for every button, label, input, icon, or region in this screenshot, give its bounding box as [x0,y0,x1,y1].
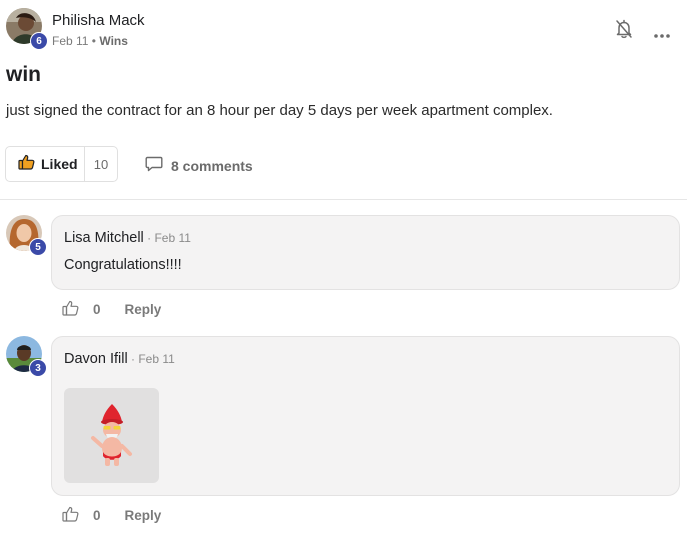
comment-actions: 0 Reply [62,300,161,319]
comment-bubble: Davon Ifill · Feb 11 [51,336,680,496]
like-count[interactable]: 10 [85,157,117,172]
thumbs-up-icon[interactable] [62,506,79,525]
comment-like-count: 0 [93,508,101,523]
post-category[interactable]: Wins [99,34,128,48]
author-avatar[interactable]: 6 [6,8,48,50]
comment-actions: 0 Reply [62,506,161,525]
comment-icon [145,156,163,175]
like-label: Liked [41,156,78,172]
like-control: Liked 10 [5,146,118,182]
sticker-attachment[interactable] [64,388,159,483]
level-badge: 6 [30,32,48,50]
comments-count-label: 8 comments [171,157,253,174]
reply-button[interactable]: Reply [125,302,162,317]
comment-author[interactable]: Davon Ifill [64,351,128,367]
post-title: win [6,63,41,86]
thumbs-up-icon[interactable] [62,300,79,319]
level-badge: 5 [29,238,47,256]
post-date[interactable]: Feb 11 [52,34,88,48]
reply-button[interactable]: Reply [125,508,162,523]
commenter-avatar[interactable]: 3 [6,336,47,377]
meta-separator: • [88,34,100,48]
commenter-avatar[interactable]: 5 [6,215,47,256]
author-name[interactable]: Philisha Mack [52,12,145,29]
post-meta: Feb 11 • Wins [52,34,128,48]
comment-author[interactable]: Lisa Mitchell [64,230,144,246]
comment-like-count: 0 [93,302,101,317]
comment-author-line: Davon Ifill · Feb 11 [64,351,175,367]
comment-time: · Feb 11 [143,231,191,245]
thumbs-up-icon [18,154,35,175]
like-button[interactable]: Liked [6,147,84,181]
comment-author-line: Lisa Mitchell · Feb 11 [64,230,191,246]
comment-bubble: Lisa Mitchell · Feb 11 Congratulations!!… [51,215,680,290]
gnome-sticker-image [90,403,132,466]
post-body: just signed the contract for an 8 hour p… [6,102,553,119]
comments-button[interactable]: 8 comments [145,156,253,175]
divider [0,199,687,200]
comment-text: Congratulations!!!! [64,257,182,273]
level-badge: 3 [29,359,47,377]
more-horizontal-icon[interactable] [653,26,671,44]
comment-time: · Feb 11 [127,352,175,366]
bell-off-icon[interactable] [615,19,633,44]
